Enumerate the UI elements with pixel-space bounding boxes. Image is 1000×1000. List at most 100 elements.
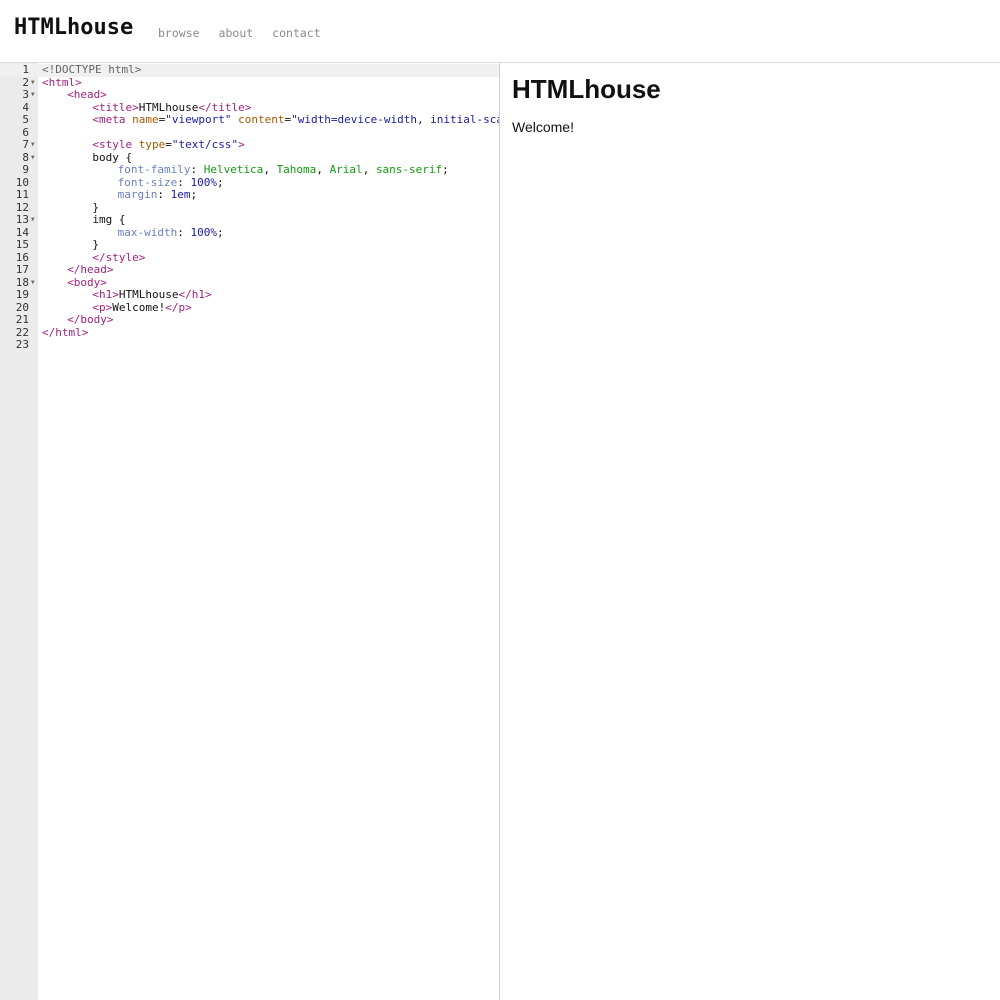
code-line[interactable]: 6 (0, 126, 499, 140)
code-token: max-width (117, 225, 178, 239)
line-number: 23 (15, 338, 29, 351)
line-number: 15 (15, 238, 29, 251)
code-line[interactable]: 5 <meta name="viewport" content="width=de… (0, 113, 500, 127)
site-logo[interactable]: HTMLhouse (14, 15, 133, 40)
code-text: img { (42, 213, 125, 227)
line-number: 17 (15, 263, 29, 276)
code-token: </body> (67, 313, 114, 326)
code-token: sans-serif (375, 163, 443, 176)
code-token: <h1> (92, 288, 119, 301)
code-token: 1em (170, 188, 191, 201)
fold-arrow-icon[interactable]: ▼ (31, 139, 35, 152)
code-line[interactable]: 11 margin: 1em; (0, 188, 499, 202)
preview-heading: HTMLhouse (512, 74, 661, 104)
main-nav: browse about contact (158, 26, 321, 40)
code-token: </title> (198, 100, 252, 114)
code-token: Arial (329, 163, 363, 176)
code-token: </h1> (178, 288, 212, 301)
code-line[interactable]: 9 font-family: Helvetica, Tahoma, Arial, … (0, 163, 499, 177)
code-line[interactable]: 7 ▼ <style type="text/css"> (0, 138, 499, 152)
code-editor[interactable]: 1 <!DOCTYPE html> 2 ▼ <html> 3 ▼ <head> 4 <title>… (0, 63, 500, 1000)
code-text: margin: 1em; (42, 188, 198, 202)
code-token: content (238, 113, 285, 126)
code-token: > (238, 138, 245, 151)
code-token: , (263, 163, 277, 176)
code-token: body { (92, 150, 133, 164)
code-token: 100% (190, 175, 217, 189)
code-line[interactable]: 12} (0, 200, 499, 215)
code-line[interactable]: 19 <h1>HTMLhouse</h1> (0, 288, 499, 302)
code-token: <title> (92, 100, 139, 114)
code-token: <style (92, 138, 139, 151)
code-token: = (165, 138, 172, 151)
code-token: </head> (67, 263, 114, 276)
code-token: Welcome! (112, 300, 166, 314)
line-number: 21 (15, 313, 29, 326)
code-token: : (190, 163, 204, 176)
code-token: font-family (117, 163, 191, 176)
code-token: <meta (92, 113, 133, 126)
code-token: ; (190, 188, 198, 201)
code-line[interactable]: 23 (0, 338, 499, 352)
code-token: </html> (42, 325, 89, 339)
fold-arrow-icon[interactable]: ▼ (31, 152, 35, 165)
code-token: </style> (92, 250, 146, 264)
code-token: margin (117, 188, 158, 201)
nav-about-link[interactable]: about (219, 26, 254, 40)
code-text: <p>Welcome!</p> (42, 300, 192, 315)
code-token: Helvetica (203, 163, 264, 176)
code-token: } (92, 200, 100, 214)
line-number: 7 (22, 138, 29, 151)
preview-pane: HTMLhouse Welcome! (500, 63, 1000, 1000)
code-token: <!DOCTYPE html> (42, 63, 142, 76)
code-line[interactable]: 13 ▼ img { (0, 213, 499, 227)
code-line[interactable]: 14 max-width: 100%; (0, 225, 499, 240)
fold-arrow-icon[interactable]: ▼ (31, 214, 35, 227)
code-token: HTMLhouse (118, 288, 179, 301)
code-text: </html> (42, 325, 89, 340)
code-token: <p> (92, 300, 113, 314)
code-token: : (177, 225, 191, 239)
code-token: name (132, 113, 159, 126)
code-token: } (92, 238, 100, 251)
code-token: ; (442, 163, 449, 176)
code-text: <style type="text/css"> (42, 138, 245, 152)
line-number: 3 (22, 88, 29, 101)
code-line[interactable]: 10 font-size: 100%; (0, 175, 499, 190)
code-text: font-family: Helvetica, Tahoma, Arial, s… (42, 163, 449, 177)
code-token: font-size (117, 175, 178, 189)
top-bar: HTMLhouse browse about contact (0, 0, 1000, 63)
fold-arrow-icon[interactable]: ▼ (31, 77, 35, 90)
code-token: : (157, 188, 171, 201)
fold-arrow-icon[interactable]: ▼ (31, 89, 35, 102)
line-number: 1 (22, 63, 29, 76)
line-number: 5 (22, 113, 29, 126)
line-number: 13 (15, 213, 29, 226)
code-line[interactable]: 15} (0, 238, 499, 252)
code-area[interactable]: 1 <!DOCTYPE html> 2 ▼ <html> 3 ▼ <head> 4 <title>… (0, 63, 500, 352)
preview-paragraph: Welcome! (512, 119, 574, 135)
code-token: <head> (67, 88, 107, 101)
code-token: ; (216, 225, 224, 239)
code-token: 100% (190, 225, 217, 239)
code-token: <body> (67, 275, 107, 289)
line-number: 9 (22, 163, 29, 176)
code-text: <meta name="viewport" content="width=dev… (42, 113, 500, 127)
nav-browse-link[interactable]: browse (158, 26, 200, 40)
nav-contact-link[interactable]: contact (272, 26, 320, 40)
code-text: } (42, 238, 100, 252)
code-token: </p> (165, 300, 192, 314)
fold-arrow-icon[interactable]: ▼ (31, 277, 35, 290)
code-token: ; (216, 175, 224, 189)
code-token: , (362, 163, 376, 176)
code-token: : (177, 175, 191, 189)
code-token: Tahoma (276, 163, 317, 176)
code-token: type (138, 138, 166, 151)
code-token: HTMLhouse (138, 100, 199, 114)
code-line[interactable]: 18 ▼ <body> (0, 275, 499, 290)
code-line[interactable]: 22 </html> (0, 325, 499, 340)
line-number: 11 (15, 188, 29, 201)
code-text: max-width: 100%; (42, 225, 224, 240)
line-number: 19 (15, 288, 29, 301)
code-token: "width=device-width, initial-scale= (291, 113, 500, 126)
